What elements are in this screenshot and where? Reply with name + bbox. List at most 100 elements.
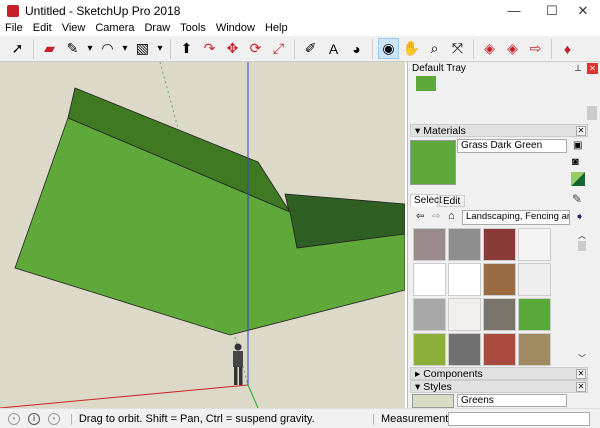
default-material-icon[interactable] bbox=[571, 172, 585, 186]
geolocation-icon[interactable]: • bbox=[8, 412, 20, 425]
push-pull-icon[interactable]: ⬆ bbox=[176, 38, 197, 59]
home-icon[interactable]: ⌂ bbox=[448, 210, 455, 222]
material-swatch[interactable] bbox=[518, 333, 551, 366]
window-title: Untitled - SketchUp Pro 2018 bbox=[25, 4, 181, 18]
pan-hand-icon[interactable]: ✋ bbox=[401, 38, 422, 59]
menu-camera[interactable]: Camera bbox=[90, 20, 139, 36]
follow-me-icon[interactable]: ↷ bbox=[199, 38, 220, 59]
sketchup-logo-icon bbox=[7, 5, 19, 17]
minimize-button[interactable]: — bbox=[497, 0, 531, 22]
model-canvas bbox=[0, 62, 405, 408]
library-selected-value: Landscaping, Fencing and Ve bbox=[466, 211, 569, 222]
toolbar-separator bbox=[294, 38, 295, 59]
material-swatch[interactable] bbox=[413, 263, 446, 296]
back-arrow-icon[interactable]: ⇦ bbox=[416, 211, 424, 222]
material-swatch[interactable] bbox=[448, 228, 481, 261]
user-account-icon[interactable]: • bbox=[48, 412, 60, 425]
material-swatch[interactable] bbox=[518, 228, 551, 261]
material-name-input[interactable]: Grass Dark Green bbox=[457, 139, 567, 153]
zoom-extents-icon[interactable]: ⤧ bbox=[447, 38, 468, 59]
components-close-button[interactable]: ✕ bbox=[576, 369, 586, 379]
status-bar: • i • | Drag to orbit. Shift = Pan, Ctrl… bbox=[0, 408, 600, 428]
material-swatch[interactable] bbox=[413, 298, 446, 331]
green-axis bbox=[247, 384, 259, 408]
details-arrow-icon[interactable]: ➧ bbox=[575, 210, 584, 223]
menu-draw[interactable]: Draw bbox=[139, 20, 175, 36]
material-swatch[interactable] bbox=[518, 263, 551, 296]
toolbar-separator bbox=[33, 38, 34, 59]
materials-header-label: Materials bbox=[423, 125, 466, 137]
3d-viewport[interactable] bbox=[0, 62, 405, 408]
rectangle-icon[interactable]: ▧ bbox=[132, 38, 153, 59]
sample-paint-icon[interactable]: ◙ bbox=[572, 156, 579, 168]
credits-icon[interactable]: i bbox=[28, 412, 40, 425]
send-to-layout-icon[interactable]: ⇨ bbox=[525, 38, 546, 59]
toolbar-separator bbox=[473, 38, 474, 59]
tab-edit[interactable]: Edit bbox=[439, 195, 465, 207]
material-swatch[interactable] bbox=[483, 333, 516, 366]
menu-file[interactable]: File bbox=[0, 20, 28, 36]
menu-bar: File Edit View Camera Draw Tools Window Help bbox=[0, 20, 600, 36]
text-icon[interactable]: A bbox=[323, 38, 344, 59]
title-bar: Untitled - SketchUp Pro 2018 — ☐ ✕ bbox=[0, 0, 600, 22]
tab-select[interactable]: Select bbox=[410, 194, 442, 207]
dropdown-icon[interactable]: ▾ bbox=[85, 38, 95, 59]
extension-warehouse-icon[interactable]: ◈ bbox=[502, 38, 523, 59]
menu-help[interactable]: Help bbox=[260, 20, 293, 36]
menu-view[interactable]: View bbox=[57, 20, 91, 36]
eyedropper-icon[interactable]: ✎ bbox=[572, 192, 582, 206]
zoom-icon[interactable]: ⌕ bbox=[424, 38, 445, 59]
create-material-icon[interactable]: ▣ bbox=[573, 140, 582, 151]
select-arrow-icon[interactable]: ➚ bbox=[7, 38, 28, 59]
close-button[interactable]: ✕ bbox=[566, 0, 600, 22]
scale-figure bbox=[233, 343, 243, 385]
rotate-icon[interactable]: ⟳ bbox=[245, 38, 266, 59]
move-icon[interactable]: ✥ bbox=[222, 38, 243, 59]
library-dropdown[interactable]: Landscaping, Fencing and Ve bbox=[462, 210, 570, 225]
red-axis bbox=[0, 384, 249, 408]
measurements-input[interactable] bbox=[448, 412, 590, 426]
toolbar-separator bbox=[170, 38, 171, 59]
maximize-button[interactable]: ☐ bbox=[535, 0, 569, 22]
material-grid-scrollbar[interactable]: ︿ ﹀ bbox=[578, 230, 588, 364]
material-grid bbox=[413, 228, 553, 366]
extension-manager-icon[interactable]: ♦ bbox=[557, 38, 578, 59]
styles-close-button[interactable]: ✕ bbox=[576, 382, 586, 392]
tape-measure-icon[interactable]: ✐ bbox=[300, 38, 321, 59]
material-swatch[interactable] bbox=[448, 298, 481, 331]
scale-icon[interactable]: ⤢ bbox=[268, 38, 289, 59]
eraser-icon[interactable]: ▰ bbox=[39, 38, 60, 59]
toolbar-separator bbox=[551, 38, 552, 59]
styles-panel-header[interactable]: ▾ Styles ✕ bbox=[410, 380, 588, 393]
pencil-line-icon[interactable]: ✎ bbox=[62, 38, 83, 59]
material-swatch[interactable] bbox=[518, 298, 551, 331]
materials-close-button[interactable]: ✕ bbox=[576, 126, 586, 136]
forward-arrow-icon[interactable]: ⇨ bbox=[432, 211, 440, 222]
paint-bucket-icon[interactable]: ◕ bbox=[346, 38, 367, 59]
style-thumbnail bbox=[412, 394, 454, 408]
material-swatch[interactable] bbox=[448, 333, 481, 366]
orbit-icon[interactable]: ◉ bbox=[378, 38, 399, 59]
pin-icon[interactable]: ⊥ bbox=[574, 63, 582, 74]
materials-panel-header[interactable]: ▾ Materials ✕ bbox=[410, 124, 588, 137]
toolbar: ➚ ▰ ✎ ▾ ◠ ▾ ▧ ▾ ⬆ ↷ ✥ ⟳ ⤢ ✐ A ◕ ◉ ✋ ⌕ ⤧ ◈ ◈ ⇨ ♦ bbox=[0, 36, 600, 62]
3d-warehouse-icon[interactable]: ◈ bbox=[479, 38, 500, 59]
status-hint: Drag to orbit. Shift = Pan, Ctrl = suspe… bbox=[78, 412, 315, 425]
tray-close-button[interactable]: ✕ bbox=[587, 63, 598, 74]
dropdown-icon[interactable]: ▾ bbox=[120, 38, 130, 59]
material-swatch[interactable] bbox=[448, 263, 481, 296]
dropdown-icon[interactable]: ▾ bbox=[155, 38, 165, 59]
tray-material-preview bbox=[416, 76, 436, 91]
components-panel-header[interactable]: ▸ Components ✕ bbox=[410, 367, 588, 380]
material-swatch[interactable] bbox=[483, 263, 516, 296]
menu-window[interactable]: Window bbox=[211, 20, 260, 36]
material-swatch[interactable] bbox=[413, 228, 446, 261]
material-swatch[interactable] bbox=[483, 228, 516, 261]
style-name-input[interactable]: Greens bbox=[457, 394, 567, 407]
menu-edit[interactable]: Edit bbox=[28, 20, 57, 36]
material-swatch[interactable] bbox=[483, 298, 516, 331]
arc-icon[interactable]: ◠ bbox=[97, 38, 118, 59]
menu-tools[interactable]: Tools bbox=[175, 20, 211, 36]
material-swatch[interactable] bbox=[413, 333, 446, 366]
tray-title: Default Tray bbox=[412, 63, 466, 74]
